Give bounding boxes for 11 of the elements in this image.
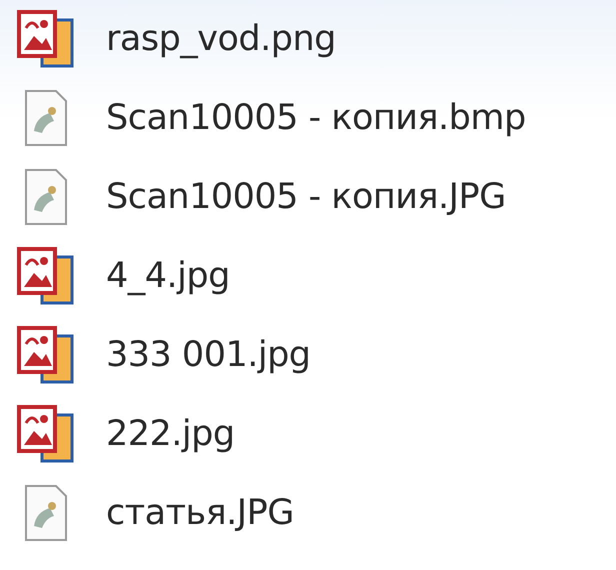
file-name[interactable]: 222.jpg xyxy=(106,414,235,454)
file-name[interactable]: 4_4.jpg xyxy=(106,256,230,296)
image-file-icon xyxy=(16,245,76,307)
image-file-icon xyxy=(16,324,76,386)
file-name[interactable]: rasp_vod.png xyxy=(106,19,336,59)
file-name[interactable]: статья.JPG xyxy=(106,493,294,533)
file-name[interactable]: Scan10005 - копия.bmp xyxy=(106,98,526,138)
file-name[interactable]: 333 001.jpg xyxy=(106,335,311,375)
image-file-icon xyxy=(16,403,76,465)
file-name[interactable]: Scan10005 - копия.JPG xyxy=(106,177,506,217)
image-file-icon xyxy=(16,8,76,70)
